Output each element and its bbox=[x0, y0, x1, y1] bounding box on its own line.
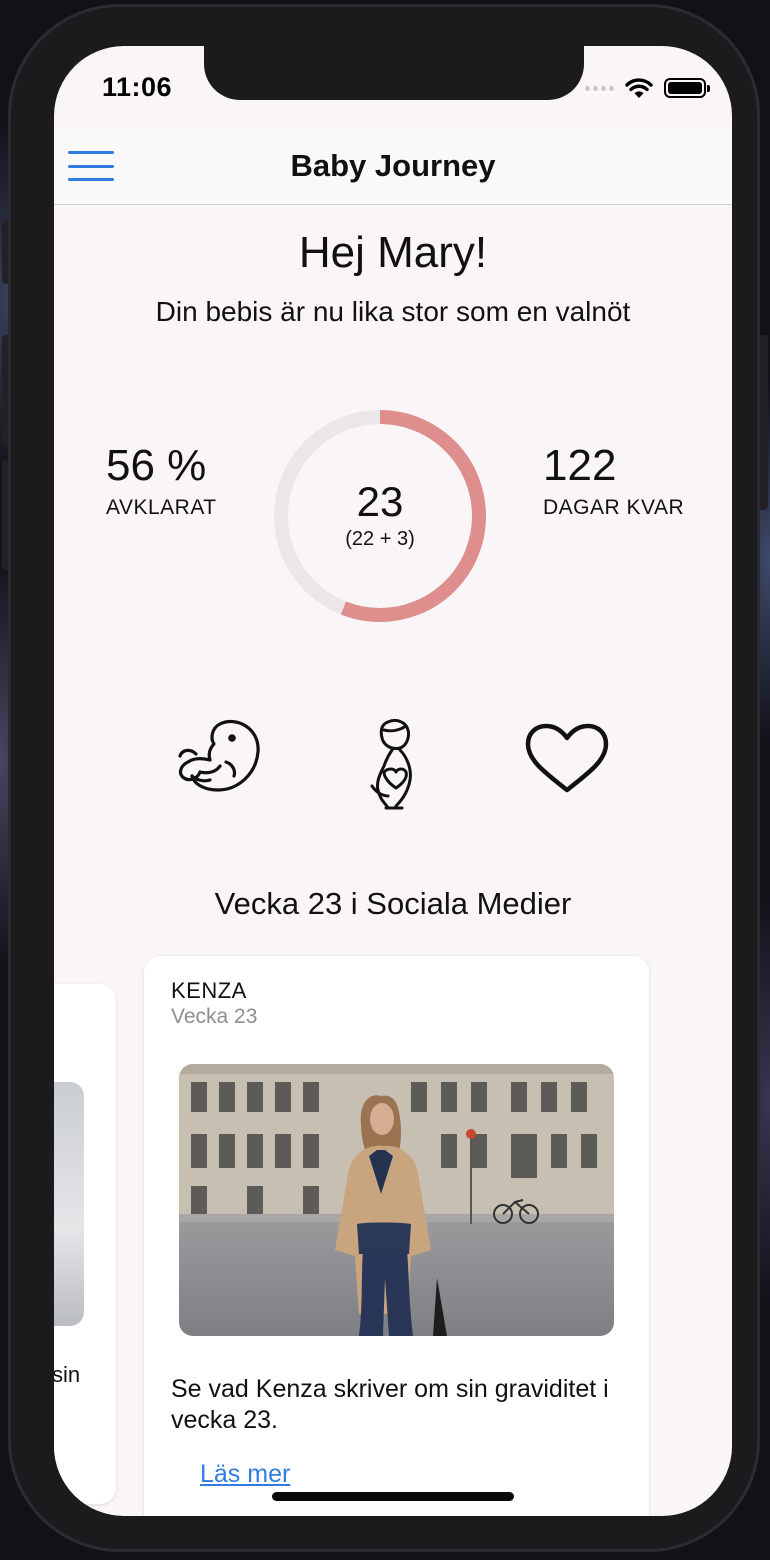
days-left-stat: 122 DAGAR KVAR bbox=[543, 444, 684, 520]
feature-icons-row bbox=[54, 714, 732, 814]
previous-social-card[interactable]: sin bbox=[54, 984, 116, 1504]
wifi-icon bbox=[625, 78, 653, 98]
notch bbox=[204, 46, 584, 100]
app-title: Baby Journey bbox=[290, 148, 496, 183]
status-icons bbox=[585, 76, 710, 100]
previous-card-text: sin bbox=[54, 1362, 81, 1387]
days-left-value: 122 bbox=[543, 441, 617, 490]
baby-size-subtitle: Din bebis är nu lika stor som en valnöt bbox=[155, 296, 631, 327]
social-card[interactable]: KENZA Vecka 23 Se vad Kenza skriver om s… bbox=[144, 956, 649, 1516]
progress-percent-label: AVKLARAT bbox=[106, 496, 217, 519]
heart-icon[interactable] bbox=[524, 722, 610, 796]
street-photo-image bbox=[179, 1064, 614, 1336]
status-time: 11:06 bbox=[102, 72, 173, 102]
previous-card-image bbox=[54, 1082, 84, 1326]
current-week-number: 23 bbox=[356, 478, 404, 525]
read-more-link[interactable]: Läs mer bbox=[200, 1460, 290, 1489]
home-indicator[interactable] bbox=[272, 1492, 514, 1501]
fetus-icon[interactable] bbox=[174, 714, 266, 796]
card-description: Se vad Kenza skriver om sin graviditet i… bbox=[171, 1375, 609, 1434]
cellular-signal-icon bbox=[585, 85, 614, 91]
pregnancy-progress-ring: 23 (22 + 3) bbox=[270, 406, 490, 626]
days-left-label: DAGAR KVAR bbox=[543, 496, 685, 519]
greeting-heading: Hej Mary! bbox=[298, 228, 488, 277]
main-content: Hej Mary! Din bebis är nu lika stor som … bbox=[54, 206, 732, 1516]
phone-frame: 11:06 Baby Journey Hej Mary! Din bebis ä… bbox=[8, 4, 760, 1552]
card-week: Vecka 23 bbox=[171, 1005, 258, 1028]
current-week-detail: (22 + 3) bbox=[345, 528, 415, 550]
navigation-bar: Baby Journey bbox=[54, 130, 732, 205]
progress-percent-value: 56 % bbox=[106, 441, 207, 490]
app-screen: 11:06 Baby Journey Hej Mary! Din bebis ä… bbox=[54, 46, 732, 1516]
card-author: KENZA bbox=[171, 978, 247, 1003]
pregnant-woman-icon[interactable] bbox=[362, 716, 424, 812]
progress-percent-stat: 56 % AVKLARAT bbox=[106, 444, 217, 520]
battery-icon bbox=[664, 78, 710, 98]
social-media-section-title: Vecka 23 i Sociala Medier bbox=[214, 886, 572, 921]
card-photo bbox=[179, 1064, 614, 1336]
